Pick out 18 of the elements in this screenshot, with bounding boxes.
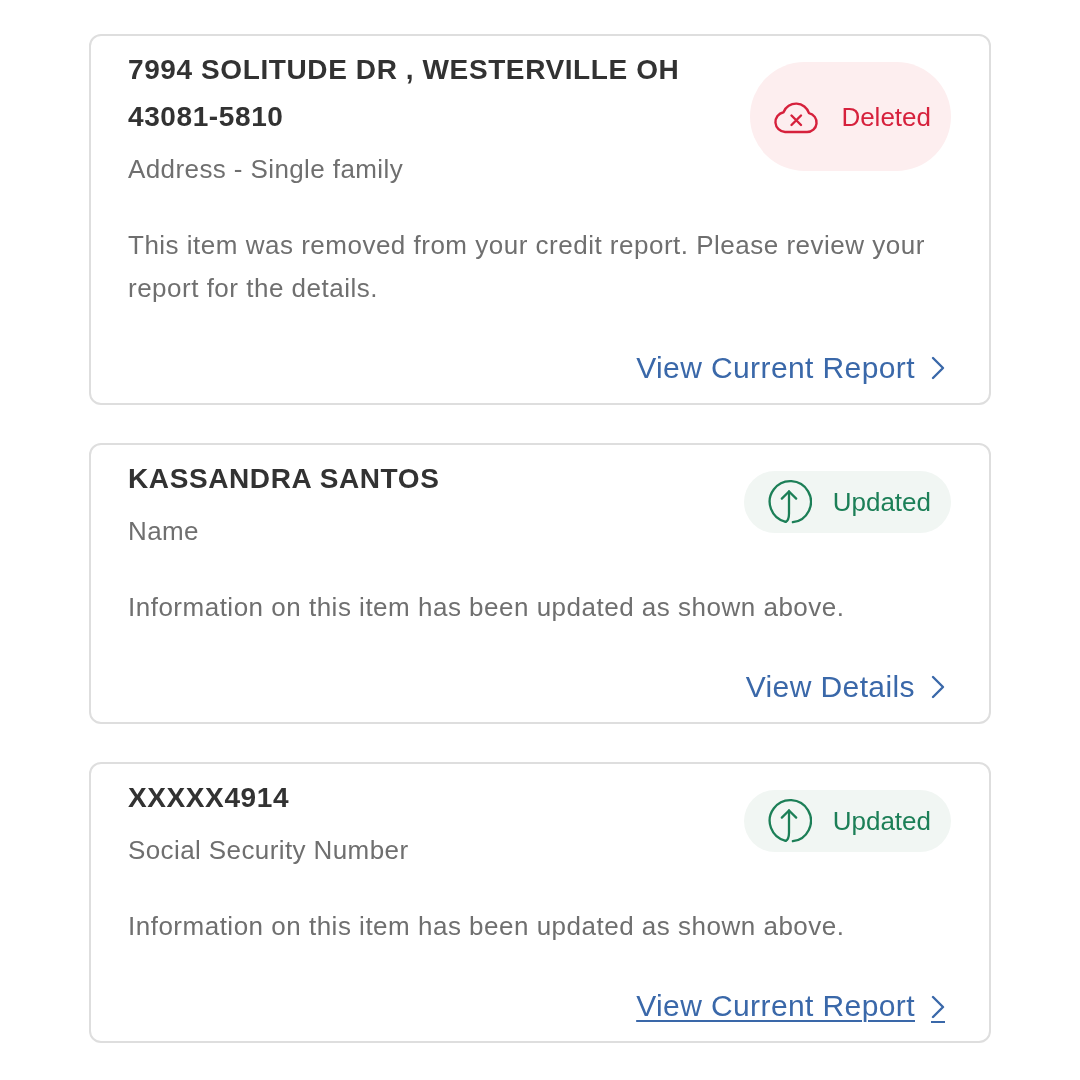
chevron-right-icon (931, 356, 945, 380)
item-description: This item was removed from your credit report. Please review your report for the details. (128, 229, 926, 305)
item-description: Information on this item has been updated as shown above. (128, 591, 846, 624)
item-title: 7994 SOLITUDE DR , WESTERVILLE OH 43081-5810 (128, 53, 681, 134)
item-title: XXXXX4914 (128, 781, 291, 815)
status-label: Updated (832, 486, 931, 518)
item-type: Address - Single family (128, 153, 405, 186)
view-link[interactable]: View Details (745, 667, 945, 707)
chevron-right-icon (931, 675, 945, 699)
item-type: Name (128, 515, 200, 548)
status-label: Updated (832, 805, 931, 837)
item-type: Social Security Number (128, 834, 410, 867)
view-link[interactable]: View Current Report (636, 348, 945, 388)
item-title: KASSANDRA SANTOS (128, 462, 441, 496)
item-description: Information on this item has been updated as shown above. (128, 910, 846, 943)
view-link[interactable]: View Current Report (636, 986, 945, 1026)
status-label: Deleted (841, 100, 931, 133)
chevron-right-icon (931, 995, 945, 1023)
